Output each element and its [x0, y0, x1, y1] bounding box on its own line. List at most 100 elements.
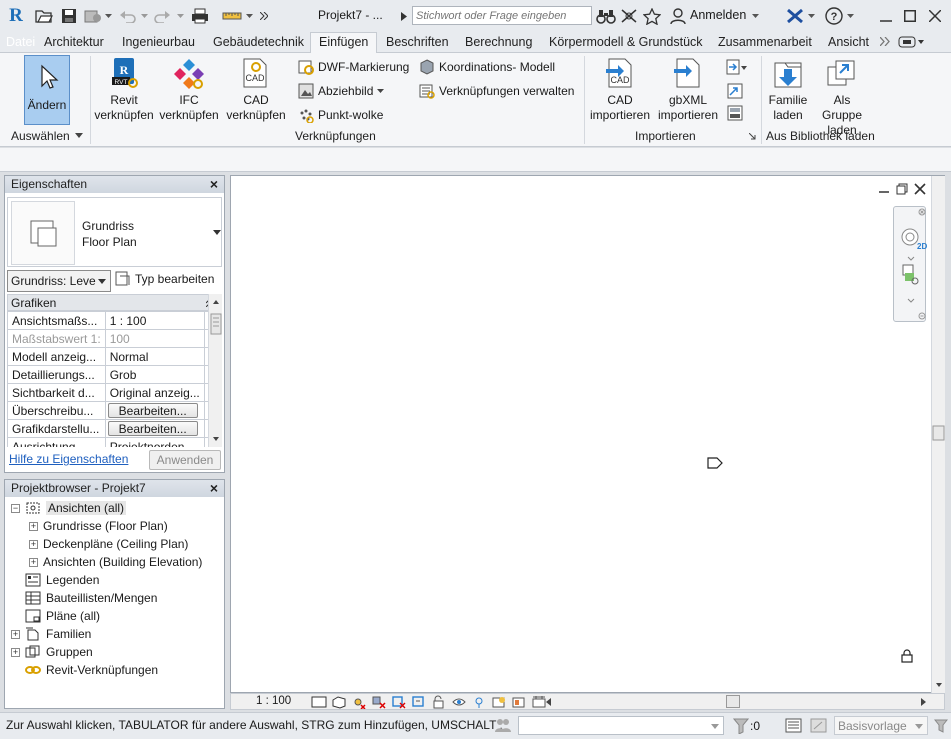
property-value[interactable]: 100: [104, 329, 205, 348]
modify-button[interactable]: Ändern: [24, 55, 70, 125]
dropdown-arrow-icon[interactable]: [806, 6, 816, 26]
save-icon[interactable]: [59, 6, 79, 26]
worksharing-display-icon[interactable]: [511, 695, 527, 709]
property-value[interactable]: 1 : 100: [104, 311, 205, 330]
tree-item[interactable]: + Familien: [11, 627, 91, 641]
link-ifc-button[interactable]: IFC verknüpfen: [158, 57, 220, 123]
tab-zusammenarbeit[interactable]: Zusammenarbeit: [718, 35, 812, 49]
dwf-markup-button[interactable]: DWF-Markierung: [298, 59, 409, 75]
edit-button[interactable]: Bearbeiten...: [107, 403, 198, 418]
vertical-scrollbar[interactable]: [931, 176, 945, 694]
coordination-model-button[interactable]: Koordinations- Modell: [419, 59, 555, 75]
open-icon[interactable]: [34, 6, 54, 26]
expand-icon[interactable]: +: [29, 521, 38, 531]
shadows-icon[interactable]: [371, 695, 387, 709]
property-row[interactable]: Ausrichtung Projektnorden: [7, 437, 208, 447]
property-value[interactable]: Bearbeiten...: [104, 419, 205, 438]
tree-subitem[interactable]: + Ansichten (Building Elevation): [29, 555, 202, 569]
property-value[interactable]: Normal: [104, 347, 205, 366]
instance-filter-select[interactable]: Grundriss: Leve: [7, 270, 111, 292]
property-row[interactable]: Überschreibu... Bearbeiten...: [7, 401, 208, 420]
import-image-icon[interactable]: [726, 59, 748, 75]
view-minimize-icon[interactable]: [878, 185, 890, 195]
close-icon[interactable]: [925, 6, 945, 26]
tree-subitem[interactable]: + Grundrisse (Floor Plan): [29, 519, 168, 533]
customize-qat-icon[interactable]: [258, 6, 270, 26]
property-row[interactable]: Maßstabswert 1: 100: [7, 329, 208, 348]
design-option-select[interactable]: Basisvorlage: [834, 716, 928, 735]
tab-einfuegen[interactable]: Einfügen: [310, 32, 378, 54]
print-icon[interactable]: [190, 6, 210, 26]
worksets-icon[interactable]: [494, 717, 512, 733]
scroll-right-icon[interactable]: [921, 698, 926, 706]
properties-scrollbar[interactable]: [208, 294, 222, 447]
manage-links-button[interactable]: Verknüpfungen verwalten: [419, 83, 574, 99]
decal-button[interactable]: Abziehbild: [298, 83, 385, 99]
property-value[interactable]: Original anzeig...: [104, 383, 205, 402]
dropdown-arrow-icon[interactable]: [139, 6, 149, 26]
link-cad-button[interactable]: CAD CAD verknüpfen: [224, 57, 288, 123]
subscription-icon[interactable]: [619, 6, 639, 26]
tab-berechnung[interactable]: Berechnung: [465, 35, 532, 49]
expand-search-icon[interactable]: [398, 6, 410, 26]
temporary-hide-icon[interactable]: [451, 695, 467, 709]
editable-only-icon[interactable]: [785, 718, 803, 734]
dropdown-arrow-icon[interactable]: [175, 6, 185, 26]
sign-in-label[interactable]: Anmelden: [690, 8, 746, 22]
help-icon[interactable]: ?: [824, 6, 844, 26]
design-options-icon[interactable]: [810, 718, 828, 734]
drawing-area[interactable]: 2D: [230, 175, 945, 694]
expand-icon[interactable]: +: [29, 557, 38, 567]
dropdown-arrow-icon[interactable]: [845, 6, 855, 26]
edit-type-button[interactable]: Typ bearbeiten: [115, 271, 214, 287]
property-row[interactable]: Detaillierungs... Grob: [7, 365, 208, 384]
tab-datei[interactable]: Datei: [6, 35, 35, 49]
crop-view-icon[interactable]: [391, 695, 407, 709]
property-value[interactable]: Bearbeiten...: [104, 401, 205, 420]
measure-icon[interactable]: [222, 6, 242, 26]
dropdown-arrow-icon[interactable]: [75, 133, 83, 138]
load-as-group-button[interactable]: Als Gruppe laden: [812, 57, 872, 138]
expand-icon[interactable]: +: [11, 629, 20, 639]
dropdown-arrow-icon[interactable]: [244, 6, 254, 26]
property-row[interactable]: Ansichtsmaßs... 1 : 100: [7, 311, 208, 330]
expand-icon[interactable]: +: [29, 539, 38, 549]
sync-icon[interactable]: [83, 6, 103, 26]
load-family-button[interactable]: Familie laden: [764, 57, 812, 123]
search-input[interactable]: [412, 6, 592, 25]
user-icon[interactable]: [668, 6, 688, 26]
tab-architektur[interactable]: Architektur: [44, 35, 104, 49]
tree-item[interactable]: +Bauteillisten/Mengen: [11, 591, 157, 605]
expand-icon[interactable]: +: [11, 647, 20, 657]
view-close-icon[interactable]: [914, 183, 926, 195]
apply-button[interactable]: Anwenden: [149, 450, 221, 470]
elevation-marker-icon[interactable]: [707, 457, 723, 469]
close-icon[interactable]: ×: [210, 480, 218, 496]
star-icon[interactable]: [642, 6, 662, 26]
show-crop-icon[interactable]: [411, 695, 427, 709]
reveal-hidden-icon[interactable]: [471, 695, 487, 709]
exchange-apps-icon[interactable]: [785, 6, 805, 26]
property-row[interactable]: Modell anzeig... Normal: [7, 347, 208, 366]
visual-style-icon[interactable]: [331, 695, 347, 709]
collapse-icon[interactable]: −: [11, 503, 20, 513]
tree-item[interactable]: − Ansichten (all): [11, 501, 127, 515]
point-cloud-button[interactable]: Punkt-wolke: [298, 107, 383, 123]
tree-item[interactable]: +Pläne (all): [11, 609, 100, 623]
tab-beschriften[interactable]: Beschriften: [386, 35, 449, 49]
filter-funnel-icon[interactable]: [934, 718, 948, 734]
temporary-properties-icon[interactable]: [491, 695, 507, 709]
panel-label-select[interactable]: Auswählen: [11, 129, 70, 143]
maximize-icon[interactable]: [900, 6, 920, 26]
section-grafiken[interactable]: Grafiken: [7, 294, 221, 311]
property-value[interactable]: Grob: [104, 365, 205, 384]
tree-subitem[interactable]: + Deckenpläne (Ceiling Plan): [29, 537, 188, 551]
revit-app-icon[interactable]: R: [4, 5, 28, 26]
lock-icon[interactable]: [901, 649, 913, 663]
scroll-left-icon[interactable]: [546, 698, 551, 706]
undo-icon[interactable]: [118, 6, 138, 26]
tree-item[interactable]: +Legenden: [11, 573, 99, 587]
dropdown-arrow-icon[interactable]: [750, 6, 760, 26]
horizontal-scroll-thumb[interactable]: [726, 695, 740, 708]
edit-button[interactable]: Bearbeiten...: [107, 421, 198, 436]
